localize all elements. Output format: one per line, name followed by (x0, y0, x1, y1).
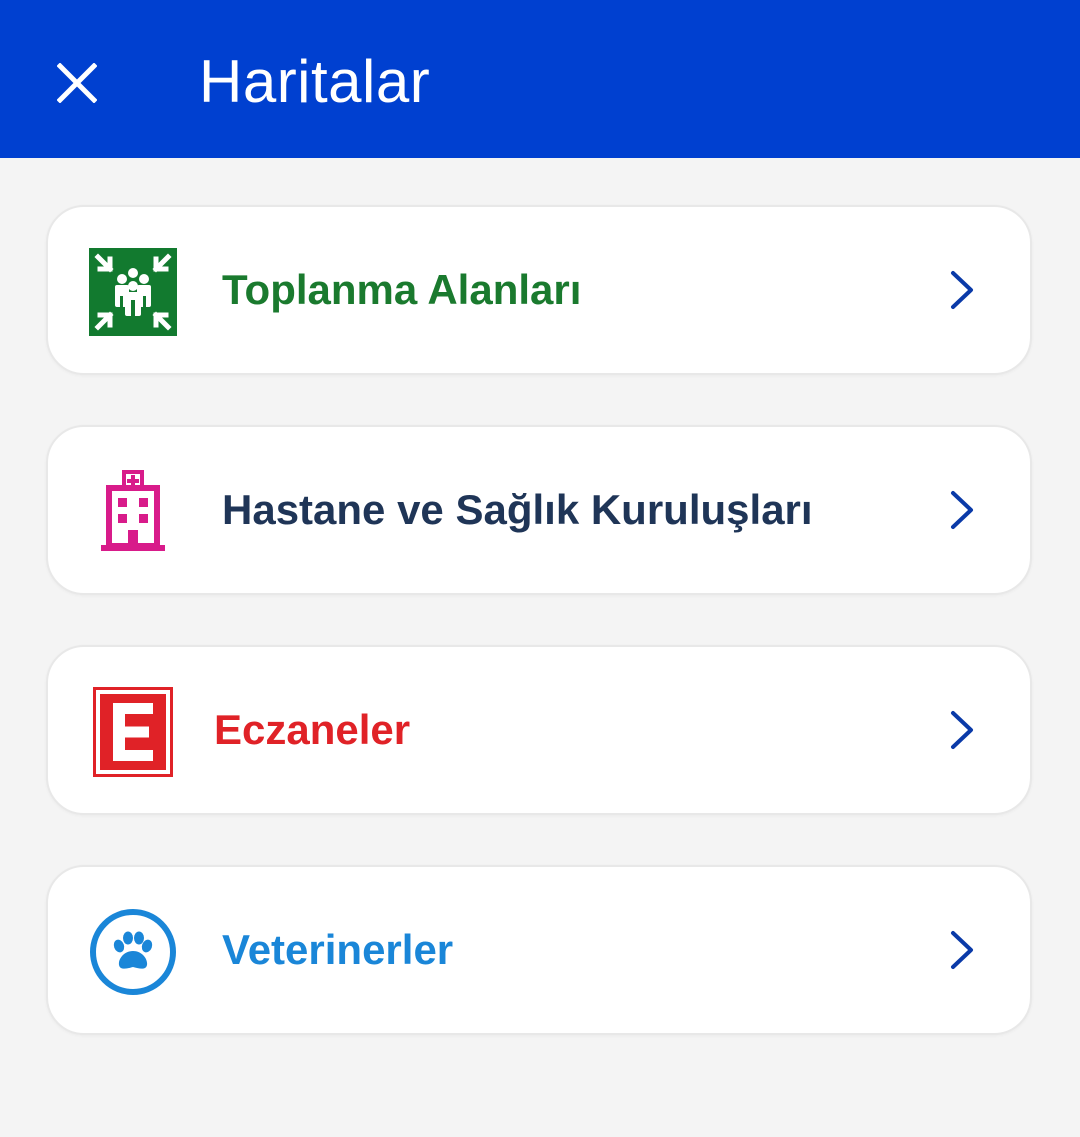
hospital-icon (88, 467, 178, 557)
close-button[interactable] (46, 52, 108, 114)
pharmacies-label: Eczaneler (214, 706, 411, 753)
chevron-right-icon (942, 270, 982, 310)
pharmacy-icon (88, 687, 178, 777)
hospitals-item[interactable]: Hastane ve Sağlık Kuruluşları (46, 425, 1032, 595)
assembly-areas-item[interactable]: Toplanma Alanları (46, 205, 1032, 375)
chevron-right-icon (942, 930, 982, 970)
paw-icon (88, 907, 178, 997)
pharmacies-item[interactable]: Eczaneler (46, 645, 1032, 815)
veterinarians-label: Veterinerler (222, 926, 454, 973)
assembly-areas-label: Toplanma Alanları (222, 266, 582, 313)
close-icon (57, 63, 97, 103)
veterinarians-item[interactable]: Veterinerler (46, 865, 1032, 1035)
app-bar: Haritalar (0, 0, 1080, 158)
assembly-area-icon (88, 247, 178, 337)
chevron-right-icon (942, 710, 982, 750)
chevron-right-icon (942, 490, 982, 530)
hospitals-label: Hastane ve Sağlık Kuruluşları (222, 486, 813, 533)
page-title: Haritalar (199, 48, 431, 115)
